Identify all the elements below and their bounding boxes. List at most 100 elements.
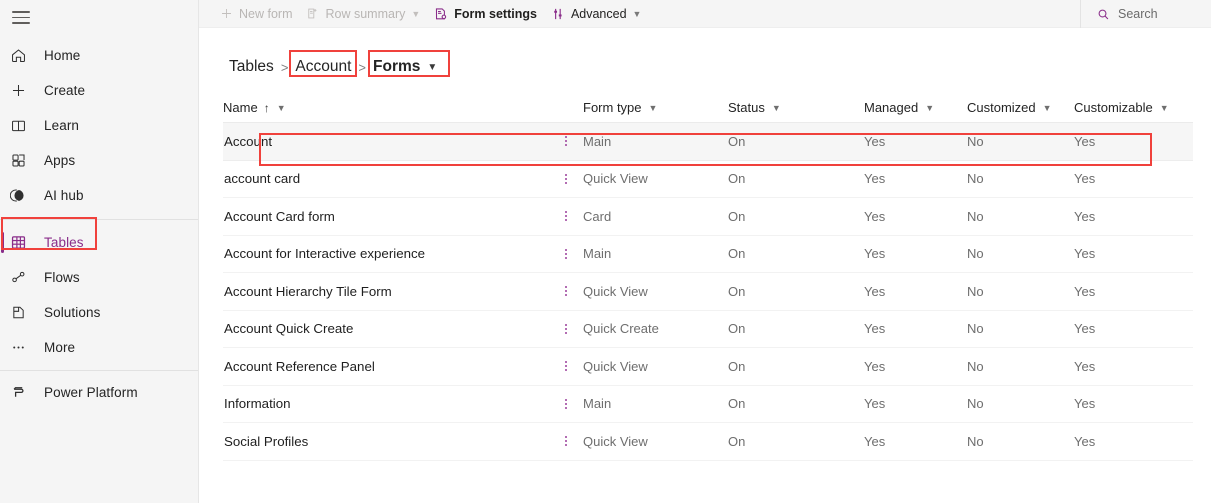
table-row[interactable]: Account Quick Create Quick Create On Yes No Y… <box>223 311 1193 348</box>
column-header-status[interactable]: Status ▼ <box>728 100 864 115</box>
column-header-managed[interactable]: Managed ▼ <box>864 100 967 115</box>
chevron-down-icon: ▼ <box>1042 102 1052 113</box>
sidebar-item-label: Tables <box>44 235 84 250</box>
row-more-vertical-icon[interactable] <box>549 284 583 299</box>
row-more-vertical-icon[interactable] <box>549 209 583 224</box>
cell-form-type: Quick Create <box>583 321 659 337</box>
row-more-vertical-icon[interactable] <box>549 359 583 374</box>
column-header-customizable[interactable]: Customizable ▼ <box>1074 100 1184 115</box>
cell-status: On <box>728 171 746 187</box>
cell-status: On <box>728 283 746 299</box>
cell-customizable: Yes <box>1074 321 1096 337</box>
home-icon <box>10 46 38 66</box>
row-summary-button[interactable]: Row summary ▼ <box>299 1 427 27</box>
cell-customizable: Yes <box>1074 283 1096 299</box>
sidebar-item-label: Apps <box>44 153 76 168</box>
column-header-label: Customizable <box>1074 100 1153 115</box>
column-header-customized[interactable]: Customized ▼ <box>967 100 1074 115</box>
sidebar-item-ai-hub[interactable]: AI hub <box>0 178 198 213</box>
table-row[interactable]: Account for Interactive experience Main On… <box>223 236 1193 273</box>
sidebar-item-power-platform[interactable]: Power Platform <box>0 375 198 410</box>
chevron-down-icon: ▼ <box>632 8 642 19</box>
cell-form-name: Account <box>224 133 273 149</box>
sidebar-item-create[interactable]: Create <box>0 73 198 108</box>
table-grid-icon <box>10 233 38 253</box>
cell-form-name: Account Hierarchy Tile Form <box>224 283 392 299</box>
sidebar-item-label: Flows <box>44 270 80 285</box>
table-row[interactable]: Account Hierarchy Tile Form Quick View On Y… <box>223 273 1193 311</box>
form-settings-button[interactable]: Form settings <box>427 1 544 27</box>
sidebar-item-more[interactable]: More <box>0 330 198 365</box>
row-more-vertical-icon[interactable] <box>549 246 583 261</box>
column-header-label: Status <box>728 100 765 115</box>
hamburger-menu-button[interactable] <box>0 0 199 35</box>
column-header-label: Form type <box>583 100 642 115</box>
sidebar-item-learn[interactable]: Learn <box>0 108 198 143</box>
table-row[interactable]: Account Card form Card On Yes No Yes <box>223 198 1193 236</box>
chevron-down-icon: ▼ <box>411 8 421 19</box>
cell-status: On <box>728 433 746 449</box>
cell-managed: Yes <box>864 321 886 337</box>
chevron-down-icon: ▼ <box>1159 102 1169 113</box>
cell-status: On <box>728 133 746 149</box>
breadcrumb-forms-label: Forms <box>373 58 421 75</box>
column-header-label: Customized <box>967 100 1036 115</box>
row-summary-label: Row summary <box>325 6 406 21</box>
forms-grid: Name ↑ ▼ Form type ▼ Status ▼ Managed ▼ <box>199 93 1211 461</box>
solutions-icon <box>10 303 38 323</box>
search-input[interactable]: Search <box>1118 7 1158 21</box>
new-form-button[interactable]: New form <box>213 1 299 27</box>
form-settings-icon <box>434 7 448 21</box>
cell-customizable: Yes <box>1074 396 1096 412</box>
search-box[interactable]: Search <box>1080 0 1211 28</box>
table-row[interactable]: Information Main On Yes No Yes <box>223 386 1193 423</box>
cell-customizable: Yes <box>1074 171 1096 187</box>
cell-customized: No <box>967 133 984 149</box>
row-more-vertical-icon[interactable] <box>549 396 583 411</box>
breadcrumb-separator: > <box>280 59 289 75</box>
cell-status: On <box>728 396 746 412</box>
table-row[interactable]: account card Quick View On Yes No Yes <box>223 161 1193 198</box>
chevron-down-icon: ▼ <box>771 102 781 113</box>
table-row[interactable]: Social Profiles Quick View On Yes No Yes <box>223 423 1193 461</box>
breadcrumb-tables[interactable]: Tables <box>223 56 280 78</box>
cell-managed: Yes <box>864 246 886 262</box>
sidebar-item-flows[interactable]: Flows <box>0 260 198 295</box>
sidebar-divider-footer <box>0 370 198 371</box>
cell-customized: No <box>967 321 984 337</box>
sidebar-item-tables[interactable]: Tables <box>0 225 198 260</box>
table-row[interactable]: Account Main On Yes No Yes <box>223 123 1193 161</box>
sidebar-item-solutions[interactable]: Solutions <box>0 295 198 330</box>
cell-customized: No <box>967 171 984 187</box>
column-header-name[interactable]: Name ↑ ▼ <box>223 100 549 115</box>
cell-form-type: Main <box>583 133 612 149</box>
chevron-down-icon: ▼ <box>925 102 935 113</box>
flows-icon <box>10 268 38 288</box>
command-bar-buttons: New form Row summary ▼ Form settings Adv… <box>199 1 648 27</box>
sidebar-item-home[interactable]: Home <box>0 38 198 73</box>
grid-body: Account Main On Yes No Yes account card Quick V… <box>223 123 1193 461</box>
cell-customized: No <box>967 396 984 412</box>
column-header-form-type[interactable]: Form type ▼ <box>583 100 728 115</box>
advanced-label: Advanced <box>570 6 627 21</box>
grid-header-row: Name ↑ ▼ Form type ▼ Status ▼ Managed ▼ <box>223 93 1193 123</box>
row-more-vertical-icon[interactable] <box>549 134 583 149</box>
row-more-vertical-icon[interactable] <box>549 321 583 336</box>
breadcrumb-account[interactable]: Account <box>289 56 357 78</box>
row-more-vertical-icon[interactable] <box>549 434 583 449</box>
cell-form-name: account card <box>224 171 301 187</box>
advanced-button[interactable]: Advanced ▼ <box>544 1 649 27</box>
chevron-down-icon: ▼ <box>276 102 286 113</box>
sidebar-item-apps[interactable]: Apps <box>0 143 198 178</box>
row-more-vertical-icon[interactable] <box>549 171 583 186</box>
row-summary-icon <box>306 7 319 20</box>
table-row[interactable]: Account Reference Panel Quick View On Yes No… <box>223 348 1193 386</box>
cell-customizable: Yes <box>1074 133 1096 149</box>
cell-customizable: Yes <box>1074 358 1096 374</box>
form-settings-label: Form settings <box>454 6 537 21</box>
app-window: Home Create Learn Apps AI hub Tables Flo… <box>0 0 1211 503</box>
selection-indicator <box>1 232 4 253</box>
breadcrumb-forms[interactable]: Forms ▼ <box>367 56 443 78</box>
sidebar-item-label: More <box>44 340 76 355</box>
cell-status: On <box>728 321 746 337</box>
